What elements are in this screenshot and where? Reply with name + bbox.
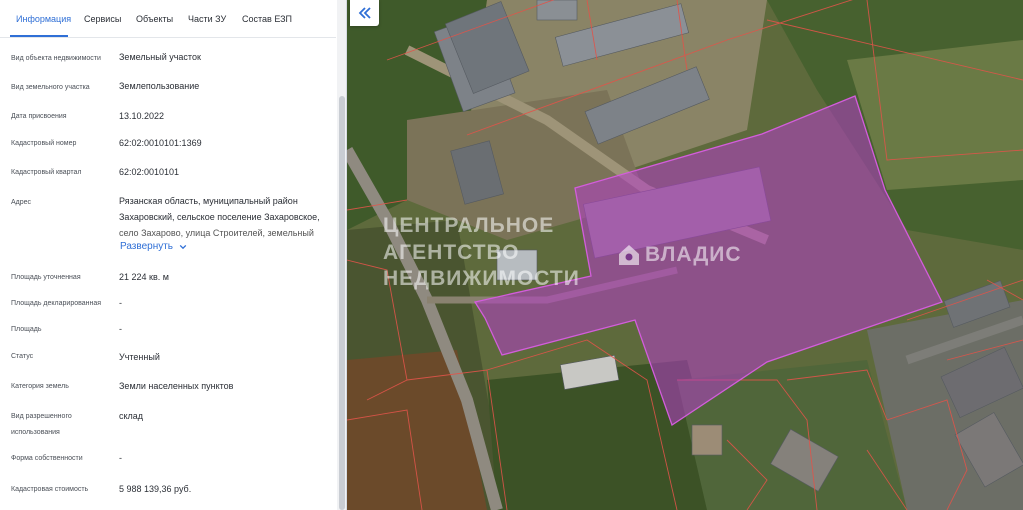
label-area-declared: Площадь декларированная [11,300,102,307]
value-address-line3: село Захарово, улица Строителей, земельн… [119,228,314,238]
value-area-declared: - [119,298,122,308]
label-cad-quarter: Кадастровый квартал [11,169,82,176]
value-object-type: Земельный участок [119,52,201,62]
label-address: Адрес [11,199,32,206]
value-cad-quarter[interactable]: 62:02:0010101 [119,164,179,180]
label-cad-cost: Кадастровая стоимость [11,486,89,493]
label-area: Площадь [11,326,42,333]
label-object-type: Вид объекта недвижимости [11,55,101,62]
value-area: - [119,324,122,334]
value-land-type: Землепользование [119,81,200,91]
brand-watermark: ВЛАДИС [645,243,742,266]
label-land-category: Категория земель [11,383,69,390]
value-area-specified: 21 224 кв. м [119,272,169,282]
scrollbar-thumb[interactable] [339,96,345,510]
label-cad-number: Кадастровый номер [11,140,77,147]
satellite-map[interactable]: ЦЕНТРАЛЬНОЕ АГЕНТСТВО НЕДВИЖИМОСТИ ВЛАДИ… [347,0,1023,510]
label-ownership: Форма собственности [11,455,83,462]
double-chevron-left-icon [358,7,371,19]
value-ownership: - [119,453,122,463]
label-status: Статус [11,353,34,360]
value-land-category: Земли населенных пунктов [119,381,234,391]
value-address-line2: Захаровский, сельское поселение Захаровс… [119,212,320,222]
tab-services[interactable]: Сервисы [84,14,121,24]
label-assign-date: Дата присвоения [11,113,67,120]
tab-objects[interactable]: Объекты [136,14,173,24]
value-address-line1: Рязанская область, муниципальный район [119,196,298,206]
tab-info[interactable]: Информация [16,14,71,24]
expand-address-link[interactable]: Развернуть [120,241,187,252]
active-tab-indicator [10,35,68,37]
label-area-specified: Площадь уточненная [11,274,81,281]
tab-parts[interactable]: Части ЗУ [188,14,226,24]
value-cad-number[interactable]: 62:02:0010101:1369 [119,135,202,151]
collapse-panel-button[interactable] [350,0,379,26]
chevron-down-icon [179,244,187,249]
value-assign-date: 13.10.2022 [119,111,165,121]
value-cad-cost: 5 988 139,36 руб. [119,484,192,494]
watermark-line1: ЦЕНТРАЛЬНОЕ [383,214,555,237]
label-land-type: Вид земельного участка [11,84,90,91]
label-permitted-use-2: использования [11,429,60,436]
tab-ezp[interactable]: Состав ЕЗП [242,14,292,24]
watermark-line2: АГЕНТСТВО [383,241,520,264]
tab-bar: Информация Сервисы Объекты Части ЗУ Сост… [0,0,336,38]
watermark-line3: НЕДВИЖИМОСТИ [383,267,580,290]
info-panel: Информация Сервисы Объекты Части ЗУ Сост… [0,0,347,510]
value-status: Учтенный [119,352,160,362]
expand-label: Развернуть [120,241,174,252]
label-permitted-use-1: Вид разрешенного [11,413,72,420]
value-permitted-use: склад [119,411,144,421]
